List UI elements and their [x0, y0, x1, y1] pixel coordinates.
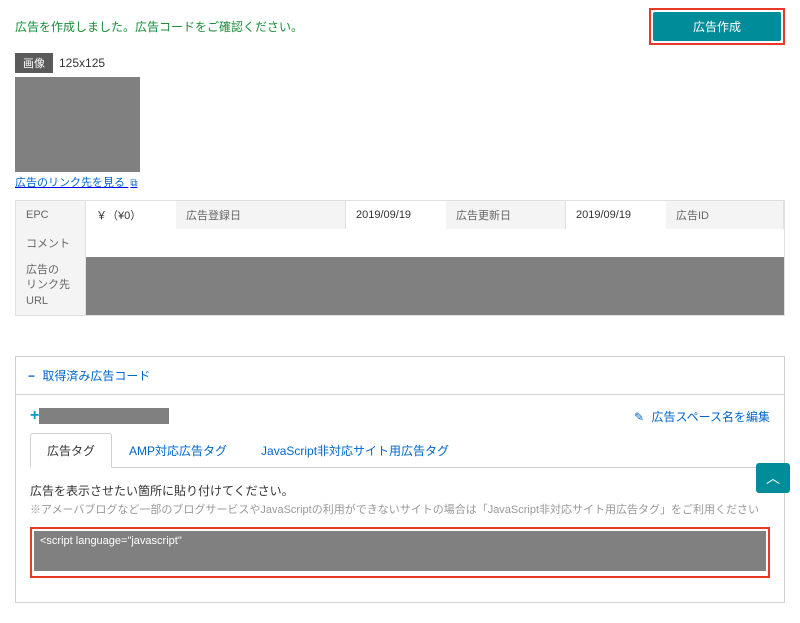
- tab-amp-tag[interactable]: AMP対応広告タグ: [112, 433, 244, 468]
- label-link-url: 広告の リンク先URL: [16, 257, 86, 315]
- ad-info-table: EPC ￥（¥0） 広告登録日 2019/09/19 広告更新日 2019/09…: [15, 200, 785, 316]
- ad-type-badge: 画像: [15, 53, 53, 73]
- label-comment: コメント: [16, 229, 86, 257]
- ad-thumbnail: [15, 77, 140, 172]
- tab-ad-tag[interactable]: 広告タグ: [30, 433, 112, 468]
- table-row: 広告の リンク先URL: [16, 257, 784, 315]
- edit-space-name-text: 広告スペース名を編集: [651, 410, 770, 424]
- code-section-body: + ✎ 広告スペース名を編集 広告タグ AMP対応広告タグ JavaScript…: [16, 395, 784, 602]
- table-row: コメント: [16, 229, 784, 257]
- code-note: ※アメーバブログなど一部のブログサービスやJavaScriptの利用ができないサ…: [30, 501, 770, 517]
- scroll-to-top-button[interactable]: ︿: [756, 463, 790, 493]
- label-reg-date: 広告登録日: [176, 201, 346, 229]
- ad-link-preview[interactable]: 広告のリンク先を見る ⧉: [15, 175, 137, 189]
- create-ad-button[interactable]: 広告作成: [653, 12, 781, 41]
- table-row: EPC ￥（¥0） 広告登録日 2019/09/19 広告更新日 2019/09…: [16, 201, 784, 229]
- ad-code-textarea[interactable]: [34, 531, 766, 571]
- ad-link-preview-text: 広告のリンク先を見る: [15, 177, 125, 189]
- code-section-title: 取得済み広告コード: [42, 369, 150, 383]
- pencil-icon: ✎: [634, 410, 644, 424]
- ad-code-section: − 取得済み広告コード + ✎ 広告スペース名を編集 広告タグ AMP対応広告タ…: [15, 356, 785, 603]
- success-message: 広告を作成しました。広告コードをご確認ください。: [15, 18, 303, 35]
- label-epc: EPC: [16, 201, 86, 229]
- chevron-up-icon: ︿: [766, 468, 780, 488]
- value-epc: ￥（¥0）: [86, 201, 176, 229]
- external-link-icon: ⧉: [130, 178, 137, 189]
- plus-icon: +: [30, 407, 39, 425]
- ad-space-name-redacted: [39, 408, 169, 424]
- label-upd-date: 広告更新日: [446, 201, 566, 229]
- ad-space-row: + ✎ 広告スペース名を編集: [30, 407, 770, 425]
- code-instruction: 広告を表示させたい箇所に貼り付けてください。: [30, 482, 770, 499]
- ad-dimensions: 125x125: [59, 56, 105, 70]
- top-bar: 広告を作成しました。広告コードをご確認ください。 広告作成: [15, 8, 785, 45]
- redacted-url-bar: [86, 257, 784, 315]
- code-tabs: 広告タグ AMP対応広告タグ JavaScript非対応サイト用広告タグ: [30, 433, 770, 468]
- code-box-highlight: [30, 527, 770, 578]
- ad-preview-area: 画像 125x125 広告のリンク先を見る ⧉: [15, 53, 785, 190]
- code-section-toggle[interactable]: − 取得済み広告コード: [28, 369, 150, 383]
- collapse-icon: −: [28, 369, 35, 383]
- code-section-header[interactable]: − 取得済み広告コード: [16, 357, 784, 395]
- value-comment: [86, 229, 784, 257]
- edit-space-name-link[interactable]: ✎ 広告スペース名を編集: [634, 408, 770, 425]
- value-upd-date: 2019/09/19: [566, 201, 666, 229]
- value-reg-date: 2019/09/19: [346, 201, 446, 229]
- tab-nojs-tag[interactable]: JavaScript非対応サイト用広告タグ: [244, 433, 466, 468]
- value-link-url: [86, 257, 784, 315]
- create-button-highlight: 広告作成: [649, 8, 785, 45]
- label-ad-id: 広告ID: [666, 201, 784, 229]
